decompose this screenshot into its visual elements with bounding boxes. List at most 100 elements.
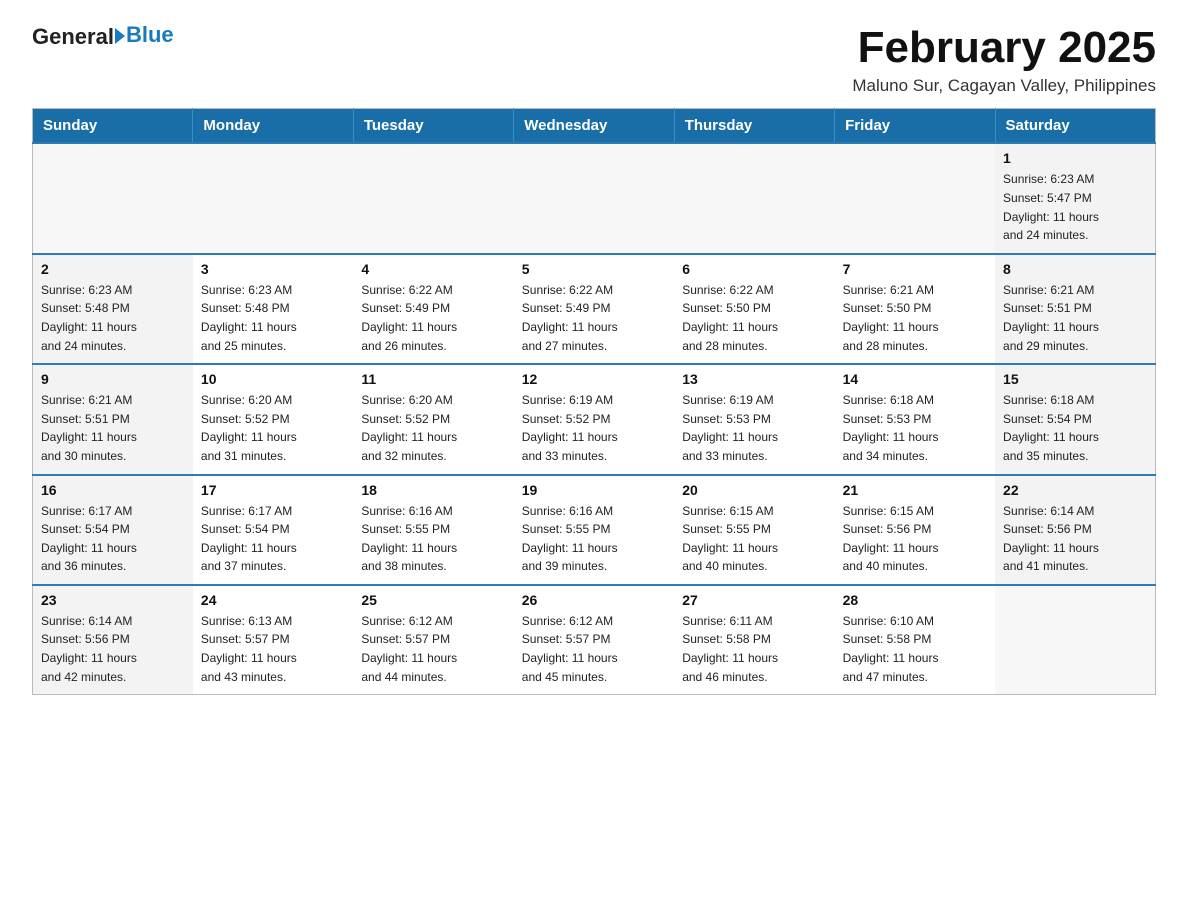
day-number: 14 [843,371,987,387]
calendar-day-cell [353,143,513,253]
calendar-table: SundayMondayTuesdayWednesdayThursdayFrid… [32,108,1156,695]
day-info: Sunrise: 6:11 AM Sunset: 5:58 PM Dayligh… [682,612,826,686]
weekday-header-friday: Friday [835,109,995,144]
calendar-day-cell: 27 Sunrise: 6:11 AM Sunset: 5:58 PM Dayli… [674,585,834,695]
day-info: Sunrise: 6:21 AM Sunset: 5:51 PM Dayligh… [41,391,185,465]
calendar-day-cell: 13 Sunrise: 6:19 AM Sunset: 5:53 PM Dayli… [674,364,834,474]
calendar-day-cell: 1 Sunrise: 6:23 AM Sunset: 5:47 PM Daylig… [995,143,1155,253]
calendar-day-cell: 6 Sunrise: 6:22 AM Sunset: 5:50 PM Daylig… [674,254,834,364]
calendar-day-cell: 26Sunrise: 6:12 AM Sunset: 5:57 PM Dayli… [514,585,674,695]
day-info: Sunrise: 6:19 AM Sunset: 5:52 PM Dayligh… [522,391,666,465]
day-number: 21 [843,482,987,498]
logo-blue-text: Blue [126,22,174,48]
calendar-day-cell: 23 Sunrise: 6:14 AM Sunset: 5:56 PM Dayli… [33,585,193,695]
day-info: Sunrise: 6:16 AM Sunset: 5:55 PM Dayligh… [361,502,505,576]
day-number: 11 [361,371,505,387]
day-info: Sunrise: 6:21 AM Sunset: 5:51 PM Dayligh… [1003,281,1147,355]
day-number: 23 [41,592,185,608]
day-number: 6 [682,261,826,277]
calendar-week-row: 9 Sunrise: 6:21 AM Sunset: 5:51 PM Daylig… [33,364,1156,474]
day-info: Sunrise: 6:18 AM Sunset: 5:53 PM Dayligh… [843,391,987,465]
weekday-header-thursday: Thursday [674,109,834,144]
day-info: Sunrise: 6:12 AM Sunset: 5:57 PM Dayligh… [522,612,666,686]
calendar-day-cell [514,143,674,253]
calendar-day-cell: 20Sunrise: 6:15 AM Sunset: 5:55 PM Dayli… [674,475,834,585]
day-info: Sunrise: 6:23 AM Sunset: 5:47 PM Dayligh… [1003,170,1147,244]
day-number: 28 [843,592,987,608]
calendar-body: 1 Sunrise: 6:23 AM Sunset: 5:47 PM Daylig… [33,143,1156,694]
day-info: Sunrise: 6:20 AM Sunset: 5:52 PM Dayligh… [361,391,505,465]
day-number: 1 [1003,150,1147,166]
calendar-day-cell: 4Sunrise: 6:22 AM Sunset: 5:49 PM Daylig… [353,254,513,364]
calendar-week-row: 2Sunrise: 6:23 AM Sunset: 5:48 PM Daylig… [33,254,1156,364]
calendar-day-cell: 5 Sunrise: 6:22 AM Sunset: 5:49 PM Daylig… [514,254,674,364]
weekday-header-tuesday: Tuesday [353,109,513,144]
page-header: General Blue February 2025 Maluno Sur, C… [32,24,1156,96]
weekday-header-saturday: Saturday [995,109,1155,144]
calendar-day-cell [193,143,353,253]
weekday-header-row: SundayMondayTuesdayWednesdayThursdayFrid… [33,109,1156,144]
logo-arrow-icon [115,28,125,44]
calendar-day-cell: 25 Sunrise: 6:12 AM Sunset: 5:57 PM Dayli… [353,585,513,695]
day-info: Sunrise: 6:14 AM Sunset: 5:56 PM Dayligh… [1003,502,1147,576]
calendar-day-cell: 10 Sunrise: 6:20 AM Sunset: 5:52 PM Dayli… [193,364,353,474]
day-info: Sunrise: 6:12 AM Sunset: 5:57 PM Dayligh… [361,612,505,686]
location-subtitle: Maluno Sur, Cagayan Valley, Philippines [852,76,1156,96]
weekday-header-sunday: Sunday [33,109,193,144]
day-info: Sunrise: 6:23 AM Sunset: 5:48 PM Dayligh… [201,281,345,355]
day-info: Sunrise: 6:18 AM Sunset: 5:54 PM Dayligh… [1003,391,1147,465]
month-title: February 2025 [852,24,1156,72]
calendar-day-cell: 9 Sunrise: 6:21 AM Sunset: 5:51 PM Daylig… [33,364,193,474]
calendar-week-row: 16Sunrise: 6:17 AM Sunset: 5:54 PM Dayli… [33,475,1156,585]
day-number: 7 [843,261,987,277]
day-number: 3 [201,261,345,277]
day-info: Sunrise: 6:21 AM Sunset: 5:50 PM Dayligh… [843,281,987,355]
day-number: 27 [682,592,826,608]
calendar-day-cell [33,143,193,253]
day-number: 12 [522,371,666,387]
day-number: 25 [361,592,505,608]
calendar-day-cell: 11 Sunrise: 6:20 AM Sunset: 5:52 PM Dayli… [353,364,513,474]
day-info: Sunrise: 6:14 AM Sunset: 5:56 PM Dayligh… [41,612,185,686]
calendar-day-cell: 14 Sunrise: 6:18 AM Sunset: 5:53 PM Dayli… [835,364,995,474]
day-number: 9 [41,371,185,387]
day-info: Sunrise: 6:19 AM Sunset: 5:53 PM Dayligh… [682,391,826,465]
day-number: 19 [522,482,666,498]
day-number: 10 [201,371,345,387]
day-info: Sunrise: 6:20 AM Sunset: 5:52 PM Dayligh… [201,391,345,465]
day-info: Sunrise: 6:22 AM Sunset: 5:49 PM Dayligh… [361,281,505,355]
day-number: 17 [201,482,345,498]
day-info: Sunrise: 6:22 AM Sunset: 5:50 PM Dayligh… [682,281,826,355]
day-info: Sunrise: 6:13 AM Sunset: 5:57 PM Dayligh… [201,612,345,686]
weekday-header-wednesday: Wednesday [514,109,674,144]
calendar-header: SundayMondayTuesdayWednesdayThursdayFrid… [33,109,1156,144]
day-number: 13 [682,371,826,387]
day-number: 20 [682,482,826,498]
day-info: Sunrise: 6:23 AM Sunset: 5:48 PM Dayligh… [41,281,185,355]
day-info: Sunrise: 6:16 AM Sunset: 5:55 PM Dayligh… [522,502,666,576]
calendar-day-cell: 3 Sunrise: 6:23 AM Sunset: 5:48 PM Daylig… [193,254,353,364]
day-info: Sunrise: 6:10 AM Sunset: 5:58 PM Dayligh… [843,612,987,686]
calendar-day-cell: 16Sunrise: 6:17 AM Sunset: 5:54 PM Dayli… [33,475,193,585]
title-block: February 2025 Maluno Sur, Cagayan Valley… [852,24,1156,96]
day-number: 15 [1003,371,1147,387]
calendar-day-cell: 28 Sunrise: 6:10 AM Sunset: 5:58 PM Dayli… [835,585,995,695]
day-number: 16 [41,482,185,498]
calendar-day-cell: 24Sunrise: 6:13 AM Sunset: 5:57 PM Dayli… [193,585,353,695]
calendar-day-cell: 15 Sunrise: 6:18 AM Sunset: 5:54 PM Dayli… [995,364,1155,474]
calendar-week-row: 23 Sunrise: 6:14 AM Sunset: 5:56 PM Dayli… [33,585,1156,695]
day-number: 5 [522,261,666,277]
day-number: 8 [1003,261,1147,277]
calendar-day-cell: 2Sunrise: 6:23 AM Sunset: 5:48 PM Daylig… [33,254,193,364]
logo: General Blue [32,24,174,50]
day-number: 18 [361,482,505,498]
calendar-day-cell: 12 Sunrise: 6:19 AM Sunset: 5:52 PM Dayli… [514,364,674,474]
day-info: Sunrise: 6:22 AM Sunset: 5:49 PM Dayligh… [522,281,666,355]
calendar-day-cell [674,143,834,253]
calendar-day-cell: 18 Sunrise: 6:16 AM Sunset: 5:55 PM Dayli… [353,475,513,585]
calendar-day-cell: 7 Sunrise: 6:21 AM Sunset: 5:50 PM Daylig… [835,254,995,364]
calendar-day-cell: 21Sunrise: 6:15 AM Sunset: 5:56 PM Dayli… [835,475,995,585]
calendar-day-cell: 17Sunrise: 6:17 AM Sunset: 5:54 PM Dayli… [193,475,353,585]
day-number: 22 [1003,482,1147,498]
logo-general-text: General [32,24,114,50]
